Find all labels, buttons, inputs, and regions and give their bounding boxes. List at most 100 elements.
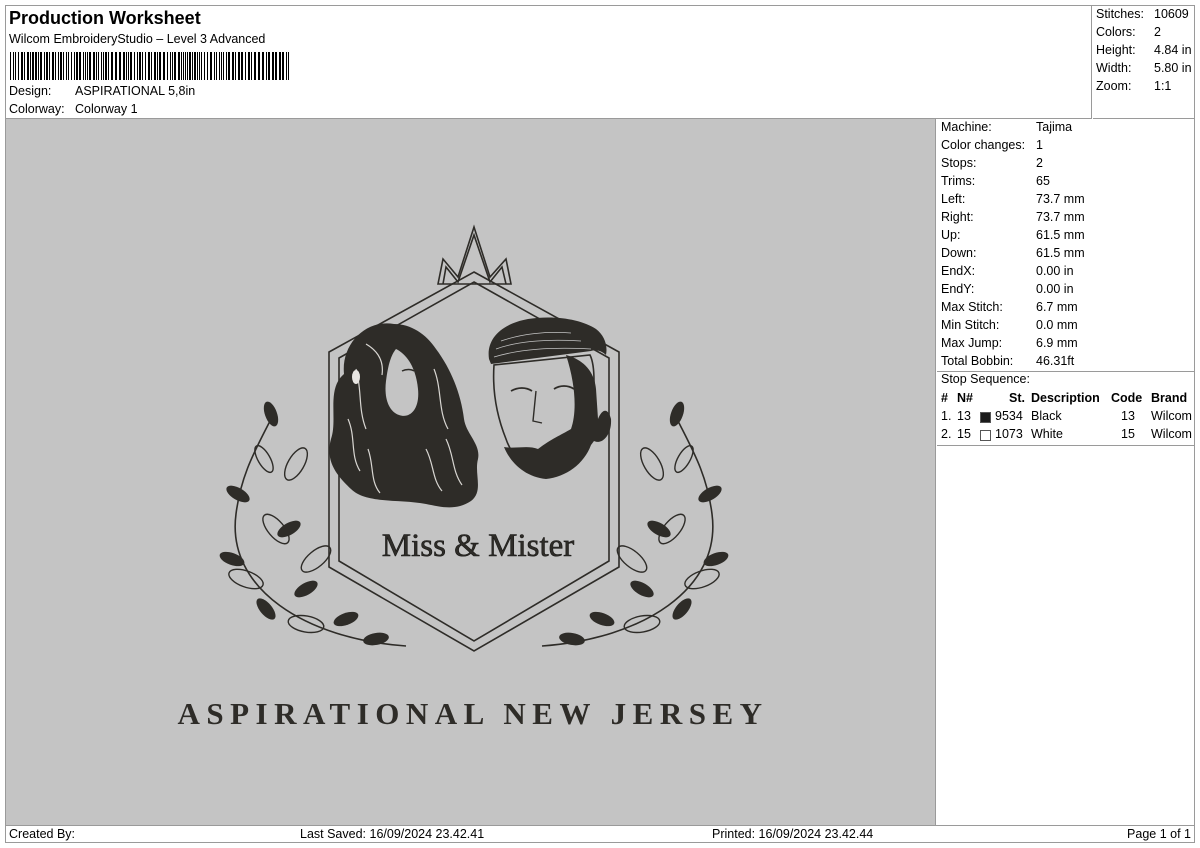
design-value: ASPIRATIONAL 5,8in — [75, 84, 196, 98]
machine-info-label: Total Bobbin: — [941, 354, 1014, 368]
machine-info-label: Stops: — [941, 156, 977, 170]
colorway-value: Colorway 1 — [75, 102, 138, 116]
stop-cell-n: 13 — [957, 409, 971, 423]
zoom-label: Zoom: — [1096, 79, 1132, 93]
machine-info-label: Max Jump: — [941, 336, 1003, 350]
machine-info-value: 46.31ft — [1036, 354, 1075, 368]
summary-panel: Stitches: 10609 Colors: 2 Height: 4.84 in W… — [1093, 6, 1195, 119]
machine-info-label: Right: — [941, 210, 974, 224]
machine-info-value: 0.00 in — [1036, 264, 1074, 278]
stop-cell-desc: Black — [1031, 409, 1062, 423]
machine-info-panel: Machine: Tajima Color changes: 1 Stops: 2 Trim… — [937, 119, 1195, 825]
machine-info-row: Color changes: 1 — [941, 138, 1043, 152]
machine-info-row: Total Bobbin: 46.31ft — [941, 354, 1074, 368]
machine-info-label: Trims: — [941, 174, 976, 188]
machine-info-value: 61.5 mm — [1036, 228, 1085, 242]
machine-info-row: Right: 73.7 mm — [941, 210, 1085, 224]
summary-width: Width: 5.80 in — [1096, 61, 1194, 75]
machine-info-value: 73.7 mm — [1036, 192, 1085, 206]
last-saved: Last Saved: 16/09/2024 23.42.41 — [300, 827, 485, 841]
col-st-header: St. — [1009, 391, 1025, 405]
summary-height: Height: 4.84 in — [1096, 43, 1194, 57]
design-row: Design: ASPIRATIONAL 5,8in — [9, 84, 195, 98]
thread-color-swatch — [980, 430, 991, 441]
page-title: Production Worksheet — [9, 8, 201, 28]
design-label: Design: — [9, 84, 52, 98]
machine-info-label: Min Stitch: — [941, 318, 1000, 332]
stop-cell-desc: White — [1031, 427, 1063, 441]
woman-portrait — [329, 323, 479, 508]
machine-info-label: EndX: — [941, 264, 976, 278]
col-description-header: Description — [1031, 391, 1100, 405]
design-canvas: Miss & Mister ASPIRATIONAL NEW JERSEY — [6, 119, 936, 825]
stop-cell-n: 15 — [957, 427, 971, 441]
machine-info-row: Left: 73.7 mm — [941, 192, 1085, 206]
col-brand-header: Brand — [1151, 391, 1188, 405]
thread-color-swatch — [980, 412, 991, 423]
machine-info-value: 6.7 mm — [1036, 300, 1078, 314]
machine-info-row: Max Jump: 6.9 mm — [941, 336, 1078, 350]
stop-cell-brand: Wilcom — [1151, 427, 1192, 441]
stop-sequence-row: 1. 13 9534 Black 13 Wilcom — [939, 409, 1195, 427]
col-num-header: # — [941, 391, 948, 405]
machine-info-value: 0.00 in — [1036, 282, 1074, 296]
machine-info-label: Max Stitch: — [941, 300, 1003, 314]
stop-sequence-table: # N# St. Description Code Brand 1. 13 9534… — [939, 391, 1195, 445]
worksheet-footer: Created By: Last Saved: 16/09/2024 23.42… — [6, 825, 1194, 842]
stop-sequence-row: 2. 15 1073 White 15 Wilcom — [939, 427, 1195, 445]
col-n-header: N# — [957, 391, 973, 405]
page-number: Page 1 of 1 — [1127, 827, 1191, 841]
machine-info-row: EndX: 0.00 in — [941, 264, 1074, 278]
summary-stitches: Stitches: 10609 — [1096, 7, 1194, 21]
colorway-row: Colorway: Colorway 1 — [9, 102, 138, 116]
stop-cell-code: 13 — [1121, 409, 1135, 423]
stitches-value: 10609 — [1154, 7, 1189, 21]
machine-info-row: Trims: 65 — [941, 174, 1050, 188]
stop-sequence-title: Stop Sequence: — [941, 372, 1030, 386]
badge-text: Miss & Mister — [382, 528, 575, 564]
barcode-image — [10, 52, 289, 80]
embroidery-design: Miss & Mister ASPIRATIONAL NEW JERSEY — [177, 224, 768, 731]
machine-info-row: Down: 61.5 mm — [941, 246, 1085, 260]
machine-info-row: Max Stitch: 6.7 mm — [941, 300, 1078, 314]
colors-label: Colors: — [1096, 25, 1136, 39]
machine-info-label: Left: — [941, 192, 966, 206]
machine-info-label: Machine: — [941, 120, 992, 134]
machine-info-row: Stops: 2 — [941, 156, 1043, 170]
machine-info-value: Tajima — [1036, 120, 1073, 134]
machine-info-value: 2 — [1036, 156, 1043, 170]
machine-info-value: 0.0 mm — [1036, 318, 1078, 332]
stop-cell-code: 15 — [1121, 427, 1135, 441]
machine-info-value: 61.5 mm — [1036, 246, 1085, 260]
machine-info-row: Up: 61.5 mm — [941, 228, 1085, 242]
machine-info-value: 65 — [1036, 174, 1050, 188]
machine-info-label: Color changes: — [941, 138, 1026, 152]
machine-info-row: Min Stitch: 0.0 mm — [941, 318, 1078, 332]
stop-cell-brand: Wilcom — [1151, 409, 1192, 423]
table-divider — [937, 445, 1195, 446]
machine-info-label: Up: — [941, 228, 961, 242]
printed-date: Printed: 16/09/2024 23.42.44 — [712, 827, 874, 841]
colors-value: 2 — [1154, 25, 1161, 39]
width-value: 5.80 in — [1154, 61, 1192, 75]
width-label: Width: — [1096, 61, 1132, 75]
worksheet-header: Production Worksheet Wilcom EmbroiderySt… — [6, 6, 1092, 119]
machine-info-value: 6.9 mm — [1036, 336, 1078, 350]
stop-cell-num: 1. — [941, 409, 952, 423]
stop-cell-st: 9534 — [995, 409, 1023, 423]
colorway-label: Colorway: — [9, 102, 65, 116]
crown-inner-outline — [442, 232, 507, 285]
machine-info-value: 1 — [1036, 138, 1043, 152]
zoom-value: 1:1 — [1154, 79, 1172, 93]
machine-info-label: Down: — [941, 246, 977, 260]
height-value: 4.84 in — [1154, 43, 1192, 57]
machine-info-value: 73.7 mm — [1036, 210, 1085, 224]
software-name: Wilcom EmbroideryStudio – Level 3 Advanc… — [9, 32, 266, 46]
bottom-lettering: ASPIRATIONAL NEW JERSEY — [177, 696, 768, 731]
stop-sequence-header: # N# St. Description Code Brand — [939, 391, 1195, 409]
machine-info-label: EndY: — [941, 282, 975, 296]
worksheet-frame: Production Worksheet Wilcom EmbroiderySt… — [5, 5, 1195, 843]
summary-zoom: Zoom: 1:1 — [1096, 79, 1194, 93]
created-by: Created By: — [9, 827, 76, 841]
summary-colors: Colors: 2 — [1096, 25, 1194, 39]
